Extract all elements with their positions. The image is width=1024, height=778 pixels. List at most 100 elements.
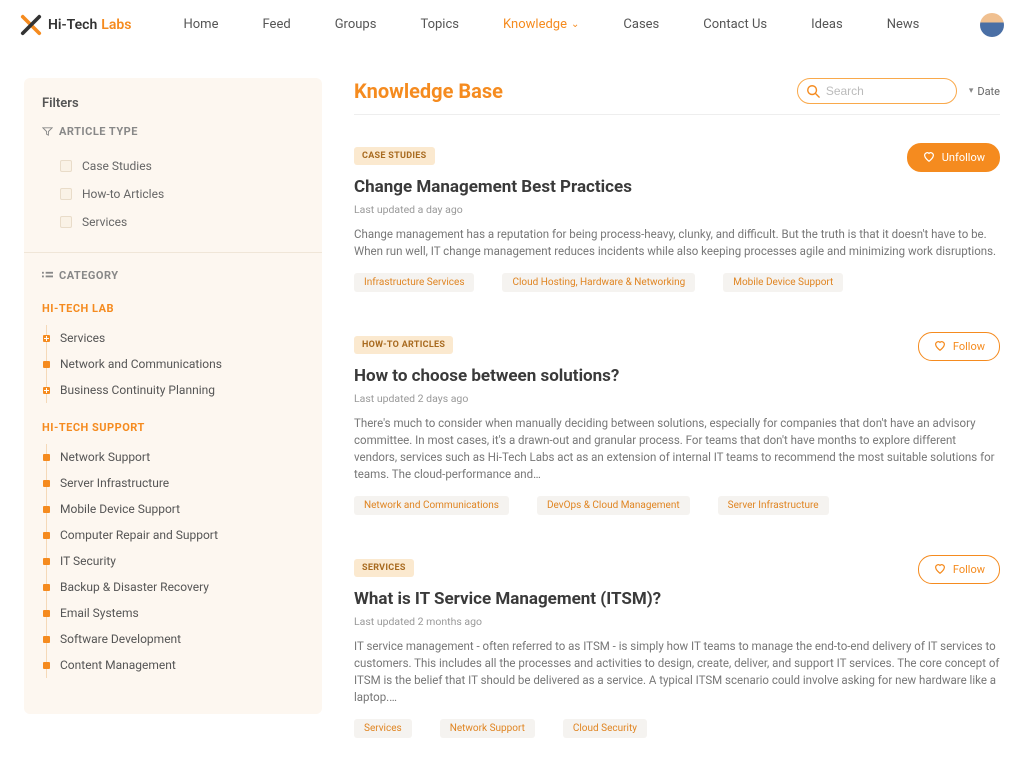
bullet-icon xyxy=(43,662,50,669)
article-description: There's much to consider when manually d… xyxy=(354,415,1000,484)
search-wrap xyxy=(797,78,957,104)
filter-services[interactable]: Services xyxy=(42,208,304,236)
checkbox[interactable] xyxy=(60,188,72,200)
article-meta: Last updated 2 months ago xyxy=(354,615,1000,628)
avatar[interactable] xyxy=(980,13,1004,37)
filter-label: Case Studies xyxy=(82,159,152,173)
logo-text-1: Hi-Tech xyxy=(48,17,97,33)
tag[interactable]: Mobile Device Support xyxy=(723,273,843,292)
tag[interactable]: DevOps & Cloud Management xyxy=(537,496,690,515)
chevron-down-icon: ⌄ xyxy=(571,19,579,30)
category-tree: Network Support Server Infrastructure Mobi… xyxy=(24,444,322,678)
filters-sidebar: Filters ARTICLE TYPE Case Studies How-to … xyxy=(24,78,322,714)
tree-item[interactable]: Backup & Disaster Recovery xyxy=(24,574,322,600)
bullet-icon xyxy=(43,558,50,565)
top-nav: Hi-Tech Labs Home Feed Groups Topics Knowled… xyxy=(0,0,1024,50)
tree-item-label: Services xyxy=(60,331,105,345)
article-description: Change management has a reputation for b… xyxy=(354,226,1000,261)
article-title[interactable]: How to choose between solutions? xyxy=(354,366,1000,386)
article-title[interactable]: Change Management Best Practices xyxy=(354,177,1000,197)
tag[interactable]: Cloud Security xyxy=(563,719,647,738)
heart-icon xyxy=(933,338,947,355)
logo-text-2: Labs xyxy=(101,17,131,33)
tree-item[interactable]: Services xyxy=(24,325,322,351)
article-card: CASE STUDIES Unfollow Change Management Be… xyxy=(354,143,1000,292)
tree-item-label: Mobile Device Support xyxy=(60,502,180,516)
tag[interactable]: Server Infrastructure xyxy=(718,496,829,515)
article-card: HOW-TO ARTICLES Follow How to choose betwe… xyxy=(354,332,1000,515)
nav-item-contact-us[interactable]: Contact Us xyxy=(703,17,767,32)
tree-item-label: Software Development xyxy=(60,632,181,646)
nav-item-feed[interactable]: Feed xyxy=(263,17,291,32)
tree-item-label: Email Systems xyxy=(60,606,139,620)
article-type-label: ARTICLE TYPE xyxy=(42,125,304,138)
tree-item[interactable]: Business Continuity Planning xyxy=(24,377,322,403)
tree-item[interactable]: Computer Repair and Support xyxy=(24,522,322,548)
expand-icon[interactable] xyxy=(43,387,50,394)
tree-item[interactable]: Network and Communications xyxy=(24,351,322,377)
tag[interactable]: Cloud Hosting, Hardware & Networking xyxy=(502,273,695,292)
heart-icon xyxy=(933,561,947,578)
tree-item[interactable]: IT Security xyxy=(24,548,322,574)
bullet-icon xyxy=(43,532,50,539)
type-badge: SERVICES xyxy=(354,559,414,577)
nav-item-knowledge[interactable]: Knowledge⌄ xyxy=(503,17,579,32)
filter-case-studies[interactable]: Case Studies xyxy=(42,152,304,180)
bullet-icon xyxy=(43,506,50,513)
article-card: SERVICES Follow What is IT Service Managem… xyxy=(354,555,1000,738)
bullet-icon xyxy=(43,610,50,617)
heart-icon xyxy=(922,149,936,166)
tree-item[interactable]: Mobile Device Support xyxy=(24,496,322,522)
article-title[interactable]: What is IT Service Management (ITSM)? xyxy=(354,589,1000,609)
filter-how-to-articles[interactable]: How-to Articles xyxy=(42,180,304,208)
category-group-title: HI-TECH SUPPORT xyxy=(24,421,322,444)
nav-item-groups[interactable]: Groups xyxy=(335,17,377,32)
follow-button[interactable]: Follow xyxy=(918,555,1000,584)
checkbox[interactable] xyxy=(60,160,72,172)
filter-icon xyxy=(42,126,53,137)
logo[interactable]: Hi-Tech Labs xyxy=(20,14,131,36)
tree-item-label: Backup & Disaster Recovery xyxy=(60,580,209,594)
type-badge: CASE STUDIES xyxy=(354,147,435,165)
tree-item-label: Network Support xyxy=(60,450,150,464)
tree-item[interactable]: Content Management xyxy=(24,652,322,678)
type-badge: HOW-TO ARTICLES xyxy=(354,336,453,354)
bullet-icon xyxy=(43,636,50,643)
logo-icon xyxy=(20,14,42,36)
tree-item-label: Content Management xyxy=(60,658,176,672)
unfollow-button[interactable]: Unfollow xyxy=(907,143,1000,172)
follow-button[interactable]: Follow xyxy=(918,332,1000,361)
search-input[interactable] xyxy=(797,78,957,104)
tag[interactable]: Network and Communications xyxy=(354,496,509,515)
article-meta: Last updated 2 days ago xyxy=(354,392,1000,405)
search-icon xyxy=(806,83,820,97)
tag[interactable]: Network Support xyxy=(440,719,535,738)
nav-item-news[interactable]: News xyxy=(887,17,920,32)
tag-list: Infrastructure Services Cloud Hosting, Ha… xyxy=(354,273,1000,292)
list-icon xyxy=(42,270,53,281)
tag-list: Network and Communications DevOps & Cloud… xyxy=(354,496,1000,515)
tag-list: Services Network Support Cloud Security xyxy=(354,719,1000,738)
chevron-down-icon: ▾ xyxy=(969,86,974,96)
expand-icon[interactable] xyxy=(43,335,50,342)
tree-item[interactable]: Software Development xyxy=(24,626,322,652)
tag[interactable]: Services xyxy=(354,719,412,738)
checkbox[interactable] xyxy=(60,216,72,228)
tree-item-label: Network and Communications xyxy=(60,357,222,371)
nav-item-home[interactable]: Home xyxy=(183,17,218,32)
tag[interactable]: Infrastructure Services xyxy=(354,273,474,292)
follow-label: Follow xyxy=(953,563,985,576)
filter-label: Services xyxy=(82,215,127,229)
tree-item[interactable]: Server Infrastructure xyxy=(24,470,322,496)
sort-dropdown[interactable]: ▾ Date xyxy=(969,85,1000,98)
category-tree: Services Network and Communications Busine… xyxy=(24,325,322,403)
tree-item-label: Computer Repair and Support xyxy=(60,528,218,542)
follow-label: Unfollow xyxy=(942,151,985,164)
tree-item[interactable]: Email Systems xyxy=(24,600,322,626)
tree-item[interactable]: Network Support xyxy=(24,444,322,470)
filters-heading: Filters xyxy=(24,96,322,125)
tree-item-label: Business Continuity Planning xyxy=(60,383,215,397)
nav-item-cases[interactable]: Cases xyxy=(623,17,659,32)
nav-item-ideas[interactable]: Ideas xyxy=(811,17,843,32)
nav-item-topics[interactable]: Topics xyxy=(420,17,459,32)
